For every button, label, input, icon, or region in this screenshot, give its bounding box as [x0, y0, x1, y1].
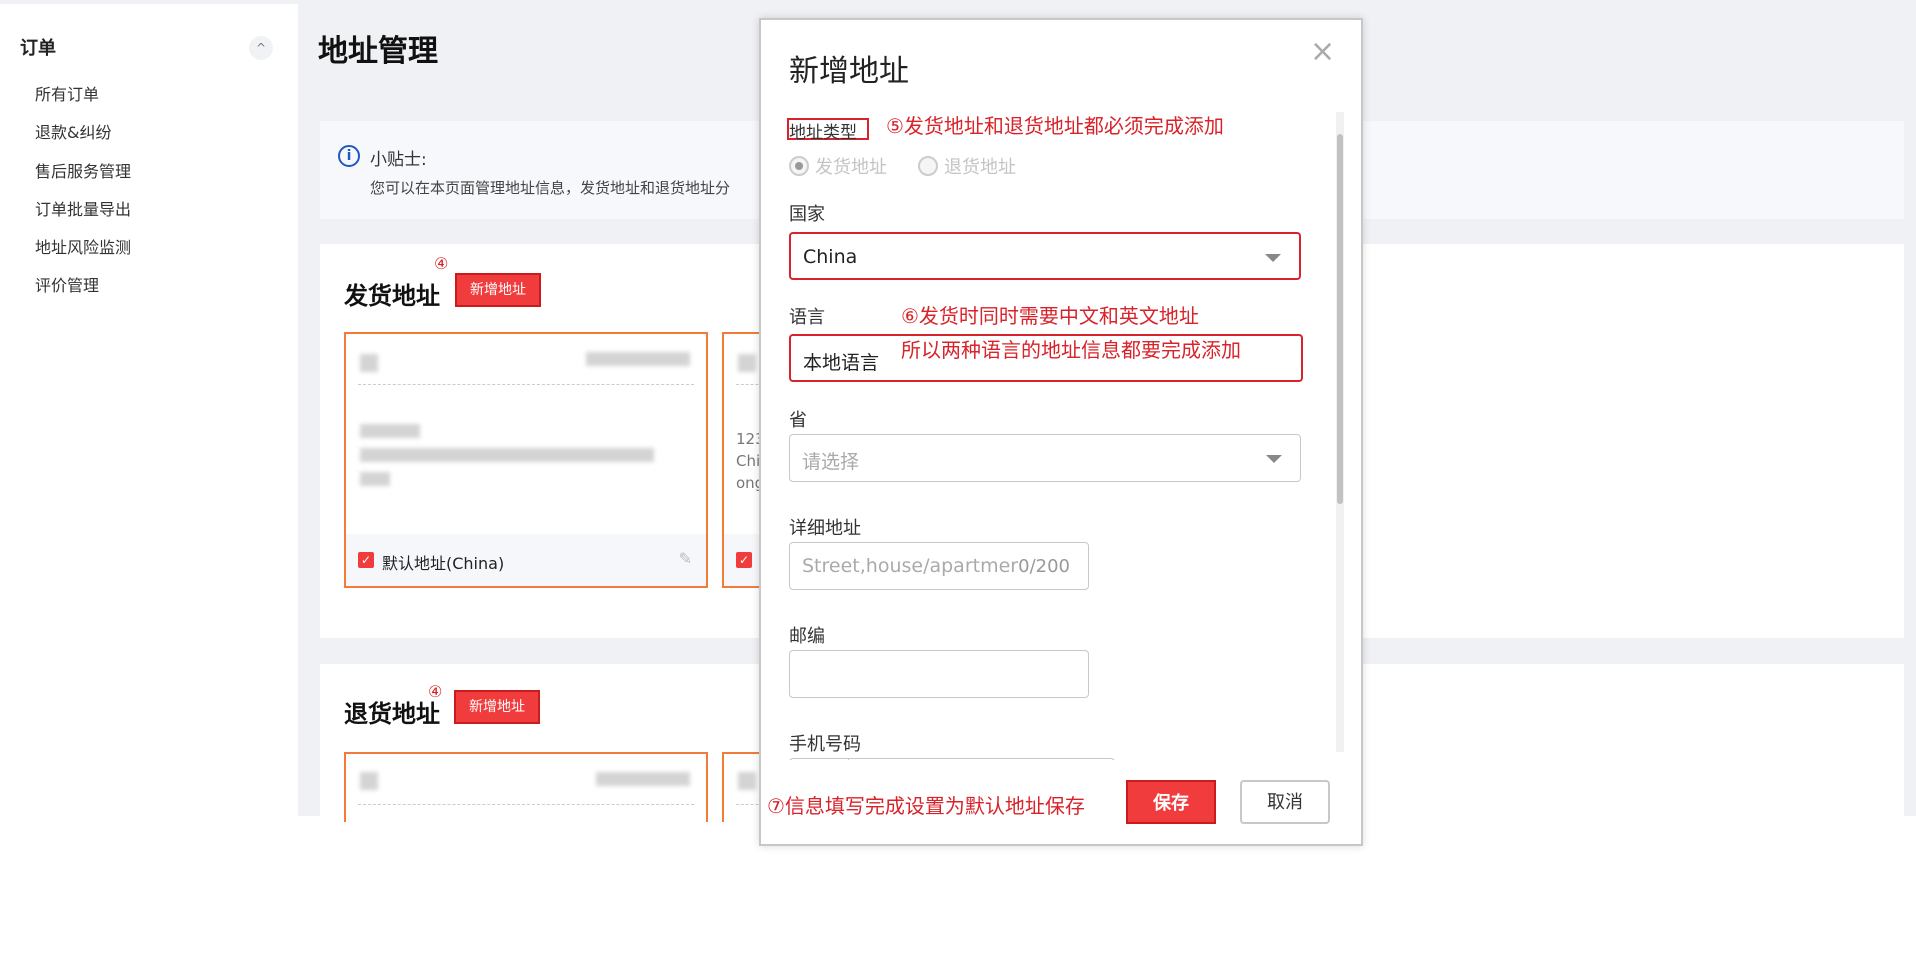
- edit-icon[interactable]: ✎: [679, 549, 692, 568]
- sidebar-item-order-export[interactable]: 订单批量导出: [35, 196, 131, 220]
- sidebar-item-reviews[interactable]: 评价管理: [35, 272, 99, 296]
- card-footer: ✓ 默认地址(China) ✎: [346, 534, 706, 586]
- language-label: 语言: [789, 307, 825, 328]
- radio-return[interactable]: 退货地址: [918, 153, 1016, 179]
- address-card[interactable]: [344, 752, 708, 822]
- char-counter: 0/200: [1018, 556, 1070, 577]
- sidebar-item-refunds[interactable]: 退款&纠纷: [35, 119, 111, 143]
- tips-text: 您可以在本页面管理地址信息，发货地址和退货地址分: [370, 179, 731, 197]
- scrollbar[interactable]: [1336, 112, 1344, 752]
- chevron-down-icon: [1265, 254, 1281, 262]
- add-shipping-address-button[interactable]: 新增地址: [455, 273, 541, 307]
- chevron-down-icon: [1266, 455, 1282, 463]
- annotation-6: ⑥发货时同时需要中文和英文地址: [901, 304, 1199, 328]
- address-type-label: 地址类型: [789, 123, 857, 143]
- add-address-dialog: 新增地址 × 地址类型 ⑤发货地址和退货地址都必须完成添加 发货地址 退货地址 …: [759, 18, 1363, 846]
- country-label: 国家: [789, 204, 825, 225]
- country-value: China: [803, 246, 858, 268]
- radio-shipping[interactable]: 发货地址: [789, 153, 887, 179]
- close-icon[interactable]: ×: [1310, 34, 1335, 69]
- zip-label: 邮编: [789, 626, 825, 647]
- province-placeholder: 请选择: [802, 451, 860, 473]
- dialog-title: 新增地址: [789, 54, 909, 89]
- collapse-icon[interactable]: ^: [249, 36, 273, 60]
- checkbox-checked-icon[interactable]: ✓: [358, 552, 374, 568]
- sidebar: 订单 ^ 所有订单 退款&纠纷 售后服务管理 订单批量导出 地址风险监测 评价管…: [0, 4, 298, 816]
- annotation-7: ⑦信息填写完成设置为默认地址保存: [767, 794, 1085, 818]
- address-card[interactable]: ✓ 默认地址(China) ✎: [344, 332, 708, 588]
- sidebar-heading-orders: 订单: [20, 38, 56, 59]
- return-address-title: 退货地址: [344, 700, 440, 728]
- detail-address-input[interactable]: Street,house/apartmer 0/200: [789, 542, 1089, 590]
- sidebar-item-after-sales[interactable]: 售后服务管理: [35, 158, 131, 182]
- annotation-4: ④: [434, 254, 449, 273]
- annotation-4: ④: [428, 682, 443, 701]
- province-label: 省: [789, 410, 807, 431]
- annotation-5: ⑤发货地址和退货地址都必须完成添加: [886, 114, 1224, 138]
- default-address-label: 默认地址(China): [382, 554, 505, 573]
- detail-address-placeholder: Street,house/apartmer: [802, 555, 1019, 577]
- zip-input[interactable]: [789, 650, 1089, 698]
- dialog-footer: ⑦信息填写完成设置为默认地址保存 保存 取消: [761, 760, 1361, 844]
- country-select[interactable]: China: [789, 232, 1301, 280]
- cancel-button[interactable]: 取消: [1240, 780, 1330, 824]
- info-icon: i: [338, 145, 360, 167]
- sidebar-item-all-orders[interactable]: 所有订单: [35, 81, 99, 105]
- detail-address-label: 详细地址: [789, 518, 861, 539]
- language-value: 本地语言: [803, 352, 880, 374]
- province-select[interactable]: 请选择: [789, 434, 1301, 482]
- shipping-address-title: 发货地址: [344, 282, 440, 310]
- save-button[interactable]: 保存: [1126, 780, 1216, 824]
- add-return-address-button[interactable]: 新增地址: [454, 690, 540, 724]
- sidebar-item-address-risk[interactable]: 地址风险监测: [35, 234, 131, 258]
- page-title: 地址管理: [318, 34, 438, 69]
- phone-label: 手机号码: [789, 734, 861, 755]
- annotation-6-line2: 所以两种语言的地址信息都要完成添加: [901, 338, 1241, 362]
- checkbox-checked-icon[interactable]: ✓: [736, 552, 752, 568]
- tips-title: 小贴士:: [370, 150, 427, 170]
